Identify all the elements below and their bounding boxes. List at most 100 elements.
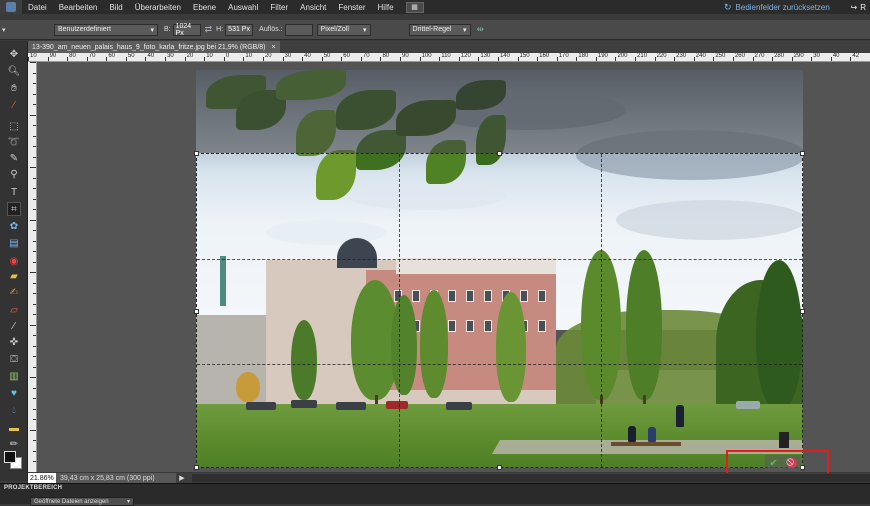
width-field[interactable]: 1024 Px xyxy=(172,23,201,37)
eyedropper-icon[interactable]: ⁄ xyxy=(7,98,21,112)
crop-overlay-dropdown[interactable]: Drittel-Regel ▾ xyxy=(408,23,471,36)
grid-icon: ▦ xyxy=(411,4,418,11)
crop-handle-top-left[interactable] xyxy=(194,151,199,156)
blur-icon[interactable]: 💧︎ xyxy=(7,403,21,417)
crop-handle-bottom[interactable] xyxy=(497,465,502,470)
ruler-tick xyxy=(33,240,36,242)
zoom-icon[interactable]: 🔍︎ xyxy=(7,64,21,78)
menu-auswahl[interactable]: Auswahl xyxy=(222,3,264,12)
ruler-tick xyxy=(33,345,36,347)
menu-fenster[interactable]: Fenster xyxy=(332,3,371,12)
arrange-documents-button[interactable]: ▦ xyxy=(405,1,424,13)
document-tab[interactable]: 13-390_am_neuen_palais_haus_9_foto_karla… xyxy=(28,41,280,53)
ruler-tick xyxy=(517,57,519,61)
ruler-tick xyxy=(341,57,343,61)
ruler-tick-label: 60 xyxy=(108,53,115,59)
paint-bucket-icon[interactable]: ⛋ xyxy=(7,352,21,366)
ruler-tick xyxy=(439,57,441,61)
menu-hilfe[interactable]: Hilfe xyxy=(372,3,400,12)
red-eye-icon[interactable]: ◉ xyxy=(7,254,21,268)
ruler-tick xyxy=(556,57,558,61)
ruler-tick-label: 70 xyxy=(362,53,370,59)
crop-icon[interactable]: ⌗ xyxy=(7,202,21,216)
straighten-icon[interactable]: ▤ xyxy=(7,236,21,250)
crop-handle-top[interactable] xyxy=(497,151,502,156)
ruler-tick xyxy=(576,57,578,61)
lasso-icon[interactable]: ➰ xyxy=(7,135,21,149)
gradient-icon[interactable]: ▥ xyxy=(7,369,21,383)
ruler-tick xyxy=(674,57,676,61)
zoom-field[interactable]: 21.86% xyxy=(28,473,56,483)
crop-box[interactable] xyxy=(194,151,805,470)
foreground-color-swatch[interactable] xyxy=(4,451,16,463)
ruler-tick xyxy=(204,57,206,61)
ruler-tick xyxy=(33,135,36,137)
status-menu-arrow-icon[interactable]: ▶ xyxy=(176,474,188,482)
ruler-tick xyxy=(30,429,36,431)
menu-datei[interactable]: Datei xyxy=(22,3,53,12)
ruler-tick-label: 10 xyxy=(245,53,253,59)
menu-filter[interactable]: Filter xyxy=(264,3,294,12)
reset-panels-button[interactable]: ↻ Bedienfelder zurücksetzen xyxy=(724,0,830,14)
resolution-unit-dropdown[interactable]: Pixel/Zoll ▾ xyxy=(316,23,371,36)
ruler-tick-label: 0 xyxy=(225,53,230,59)
menu-bearbeiten[interactable]: Bearbeiten xyxy=(53,3,104,12)
move-icon[interactable]: ✥ xyxy=(7,47,21,61)
sponge-icon[interactable]: ▬ xyxy=(7,421,21,435)
crop-handle-left[interactable] xyxy=(194,309,199,314)
ruler-tick xyxy=(33,408,36,410)
chevron-down-icon: ▾ xyxy=(150,26,154,34)
ruler-tick xyxy=(33,251,36,252)
swap-dimensions-icon[interactable]: ⇄ xyxy=(205,24,213,35)
crop-preset-dropdown[interactable]: Benutzerdefiniert ▾ xyxy=(54,23,158,36)
smart-brush-icon[interactable]: ✍︎ xyxy=(7,285,21,299)
ruler-tick xyxy=(184,57,186,61)
crop-handle-bottom-left[interactable] xyxy=(194,465,199,470)
hand-icon[interactable]: ✋︎ xyxy=(7,81,21,95)
crop-handle-top-right[interactable] xyxy=(800,151,805,156)
ruler-tick xyxy=(478,57,480,61)
horizontal-scrollbar[interactable] xyxy=(192,474,870,482)
toolbox: ✥ 🔍︎ ✋︎ ⁄ ⬚ ➰ ✎ ⚲ T ⌗ ✿ ▤ ◉ ▰ ✍︎ ▱ ∕ ✜ ⛋… xyxy=(0,41,28,481)
quick-selection-icon[interactable]: ✎ xyxy=(7,151,21,165)
ruler-tick xyxy=(772,57,774,61)
clone-stamp-icon[interactable]: ✜ xyxy=(7,335,21,349)
eraser-icon[interactable]: ▱ xyxy=(7,303,21,317)
cookie-cutter-icon[interactable]: ✿ xyxy=(7,219,21,233)
crop-handle-right[interactable] xyxy=(800,309,805,314)
ruler-tick-label: 130 xyxy=(480,53,491,59)
ruler-tick xyxy=(30,219,36,221)
ruler-tick xyxy=(302,57,304,61)
redo-button[interactable]: ↪ R xyxy=(851,0,866,14)
marquee-icon[interactable]: ⬚ xyxy=(7,119,21,133)
ruler-tick xyxy=(106,57,108,61)
ruler-tick-label: 220 xyxy=(656,53,667,59)
shape-icon[interactable]: ♥ xyxy=(7,386,21,400)
text-icon[interactable]: T xyxy=(7,185,21,199)
project-bin-select[interactable]: Geöffnete Dateien anzeigen ▾ xyxy=(30,497,134,506)
ruler-tick xyxy=(30,377,36,378)
menu-bild[interactable]: Bild xyxy=(103,3,128,12)
ruler-tick xyxy=(33,356,36,357)
height-field[interactable]: 531 Px xyxy=(225,23,254,36)
ruler-tick-label: 10 xyxy=(206,53,213,59)
ruler-tick xyxy=(28,57,29,61)
ruler-tick xyxy=(33,209,36,210)
magic-wand-icon[interactable]: ⚲ xyxy=(7,167,21,181)
app-logo xyxy=(0,0,22,14)
ruler-tick-label: 200 xyxy=(617,53,628,59)
ruler-tick xyxy=(713,57,715,61)
resolution-field[interactable] xyxy=(284,23,313,36)
crop-grid-line xyxy=(601,154,602,467)
ruler-tick xyxy=(33,156,36,158)
ruler-tick-label: 20 xyxy=(264,53,272,59)
pencil-icon[interactable]: ✏︎ xyxy=(7,437,21,451)
close-icon[interactable]: × xyxy=(272,44,276,51)
menu-ansicht[interactable]: Ansicht xyxy=(294,3,332,12)
tool-preset-icon[interactable]: ▾ xyxy=(2,24,18,36)
brush-icon[interactable]: ∕ xyxy=(7,319,21,333)
menu-ueberarbeiten[interactable]: Überarbeiten xyxy=(129,3,187,12)
menu-ebene[interactable]: Ebene xyxy=(187,3,222,12)
crop-adjust-icon[interactable]: ⇹ xyxy=(477,24,485,35)
spot-healing-icon[interactable]: ▰ xyxy=(7,269,21,283)
